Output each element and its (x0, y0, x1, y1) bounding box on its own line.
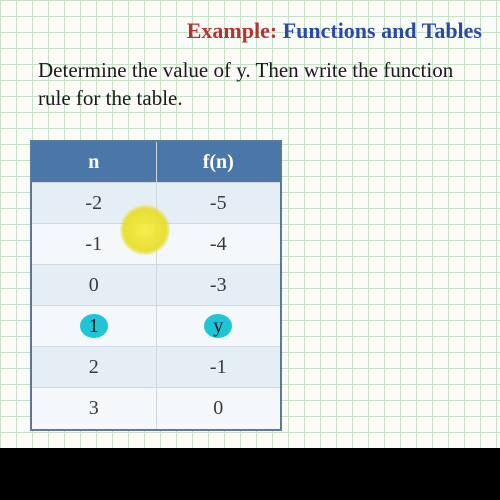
hl-n-value: 1 (89, 315, 99, 338)
letterbox-bottom (0, 448, 500, 500)
cell-fn: -3 (157, 265, 281, 305)
cell-n: 2 (32, 347, 157, 387)
cell-fn: -1 (157, 347, 281, 387)
table-row: 0 -3 (32, 265, 280, 306)
cell-fn-highlighted: y (157, 306, 281, 346)
header-n: n (32, 142, 157, 182)
highlight-oval-y: y (204, 314, 232, 338)
table-row-highlighted: 1 y (32, 306, 280, 347)
header-fn: f(n) (157, 142, 281, 182)
function-table: n f(n) -2 -5 -1 -4 0 -3 1 y 2 -1 3 0 (30, 140, 282, 431)
table-row: -2 -5 (32, 183, 280, 224)
cell-fn: -5 (157, 183, 281, 223)
cell-n: 3 (32, 388, 157, 429)
title-subject-text: Functions and Tables (283, 18, 482, 43)
table-row: 3 0 (32, 388, 280, 429)
cell-fn: 0 (157, 388, 281, 429)
instruction-text: Determine the value of y. Then write the… (38, 56, 490, 113)
cell-n: -2 (32, 183, 157, 223)
title-subject: Functions and Tables (283, 18, 482, 43)
table-row: 2 -1 (32, 347, 280, 388)
cell-n-highlighted: 1 (32, 306, 157, 346)
table-row: -1 -4 (32, 224, 280, 265)
highlight-oval-n: 1 (80, 314, 108, 338)
cell-n: -1 (32, 224, 157, 264)
hl-y-value: y (213, 315, 223, 338)
cell-n: 0 (32, 265, 157, 305)
cell-fn: -4 (157, 224, 281, 264)
title-example-label: Example: (187, 18, 277, 43)
table-header-row: n f(n) (32, 142, 280, 183)
page-title: Example: Functions and Tables (187, 18, 482, 44)
